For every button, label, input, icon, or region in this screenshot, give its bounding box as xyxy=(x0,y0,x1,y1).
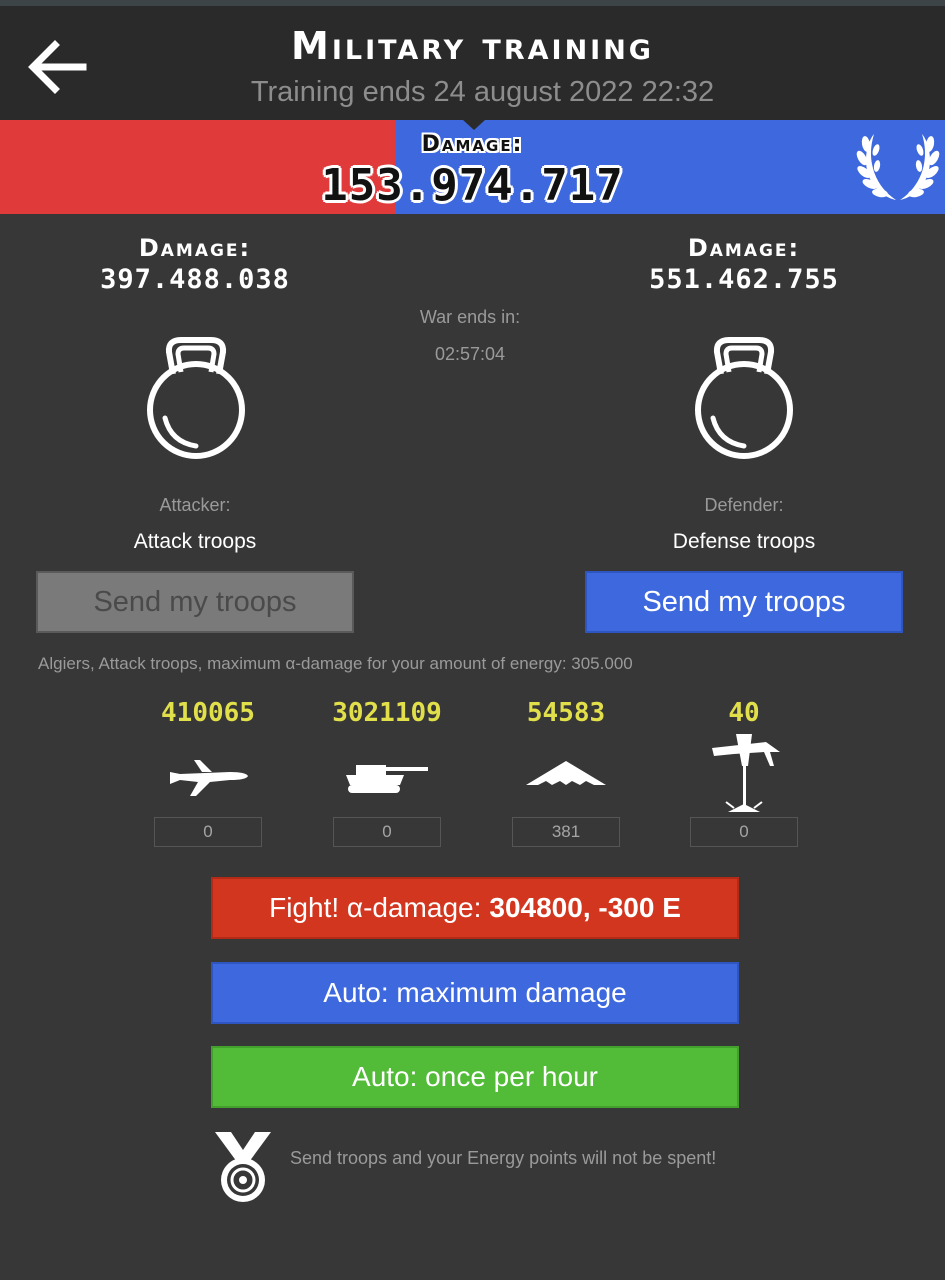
auto-maximum-damage-button[interactable]: Auto: maximum damage xyxy=(211,962,739,1024)
attacker-damage: Damage: 397.488.038 xyxy=(45,234,345,295)
drone-icon xyxy=(712,734,780,812)
energy-info-text: Algiers, Attack troops, maximum α-damage… xyxy=(38,654,633,673)
drone-quantity-input[interactable] xyxy=(690,817,798,847)
balance-marker xyxy=(463,120,485,130)
auto-once-per-hour-button[interactable]: Auto: once per hour xyxy=(211,1046,739,1108)
unit-count: 54583 xyxy=(526,698,606,728)
defender-kettlebell-icon xyxy=(695,337,793,459)
attacker-role-name: Attack troops xyxy=(133,530,257,553)
defender-damage: Damage: 551.462.755 xyxy=(594,234,894,295)
defender-send-troops-button[interactable]: Send my troops xyxy=(585,571,903,633)
defender-damage-label: Damage: xyxy=(687,234,801,262)
unit-count: 410065 xyxy=(161,698,255,728)
training-end-date: Training ends 24 august 2022 22:32 xyxy=(250,76,715,108)
page-title: Military training xyxy=(291,24,654,68)
attacker-role-label: Attacker: xyxy=(159,495,231,515)
total-damage-value: 153.974.717 xyxy=(321,160,624,211)
laurel-wreath-icon xyxy=(856,134,940,200)
attacker-damage-label: Damage: xyxy=(138,234,252,262)
unit-count: 40 xyxy=(728,698,760,728)
fight-damage-value: 304800, -300 E xyxy=(489,892,681,923)
defender-role-name: Defense troops xyxy=(672,530,816,553)
unit-count: 3021109 xyxy=(332,698,442,728)
war-ends-label: War ends in: xyxy=(419,307,521,327)
stealth-bomber-icon xyxy=(526,761,606,785)
energy-note: Send troops and your Energy points will … xyxy=(290,1148,717,1168)
unit-stealth-bomber: 54583 xyxy=(486,698,646,820)
attacker-damage-value: 397.488.038 xyxy=(100,264,290,295)
fight-button[interactable]: Fight! α-damage: 304800, -300 E xyxy=(211,877,739,939)
unit-drone: 40 xyxy=(664,698,824,820)
war-ends-timer: 02:57:04 xyxy=(434,344,506,364)
header: Military training Training ends 24 augus… xyxy=(0,0,945,120)
attacker-send-troops-button[interactable]: Send my troops xyxy=(36,571,354,633)
tank-icon xyxy=(346,765,428,793)
airplane-icon xyxy=(170,760,248,796)
defender-role-label: Defender: xyxy=(704,495,784,515)
tank-quantity-input[interactable] xyxy=(333,817,441,847)
medal-icon xyxy=(215,1132,271,1202)
unit-tank: 3021109 xyxy=(307,698,467,820)
defender-damage-value: 551.462.755 xyxy=(649,264,839,295)
attacker-kettlebell-icon xyxy=(147,337,245,459)
total-damage-label: Damage: xyxy=(421,132,524,157)
fight-label: Fight! α-damage: xyxy=(269,892,482,923)
stealth-bomber-quantity-input[interactable] xyxy=(512,817,620,847)
unit-airplane: 410065 xyxy=(128,698,288,820)
airplane-quantity-input[interactable] xyxy=(154,817,262,847)
damage-balance-bar: Damage: 153.974.717 xyxy=(0,120,945,214)
